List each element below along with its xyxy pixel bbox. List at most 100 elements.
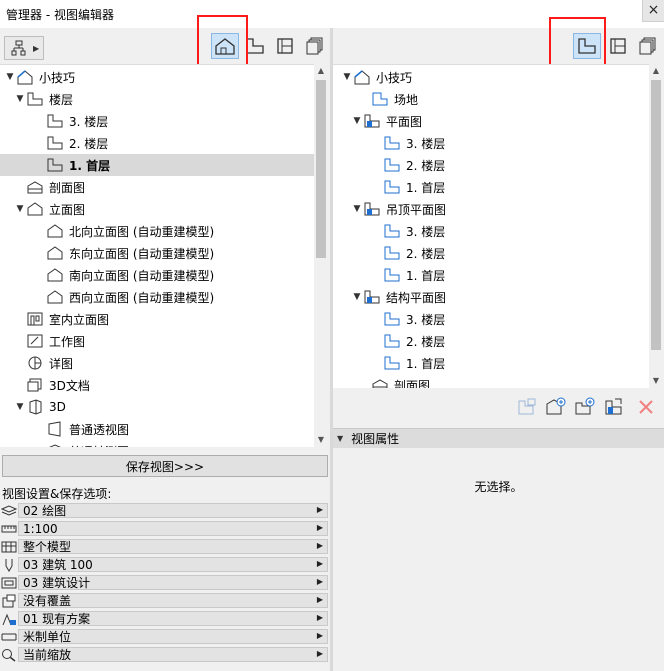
tree-item[interactable]: 2. 楼层 [333,154,649,176]
tree-item[interactable]: 1. 首层 [333,352,649,374]
scroll-thumb[interactable] [651,80,661,350]
tree-item[interactable]: 剖面图 [333,374,649,388]
view-setting-value: 米制单位 [23,630,72,644]
storyblue-icon [383,311,401,327]
view-setting-dropdown[interactable]: 03 建筑设计 ▶ [18,575,328,590]
view-setting-row: 01 现有方案 ▶ [0,610,330,627]
tree-item[interactable]: ▼ 3D [0,396,314,418]
tree-item-label: 1. 首层 [406,268,446,283]
layer-icon [0,503,18,519]
view-setting-dropdown[interactable]: 02 绘图 ▶ [18,503,328,518]
story-icon [26,91,44,107]
expand-chevron-icon[interactable]: ▼ [4,72,16,82]
expand-chevron-icon[interactable]: ▼ [351,116,363,126]
layout-book-button[interactable] [271,33,299,59]
tree-item[interactable]: ▼ 结构平面图 [333,286,649,308]
tree-item[interactable]: 1. 首层 [333,176,649,198]
navigator-menu-button[interactable]: ▶ [4,36,44,60]
model-view-options-icon [0,575,18,591]
collapse-triangle-icon: ▼ [337,434,344,443]
tree-item-label: 平面图 [386,114,423,129]
right-tree-scrollbar[interactable]: ▲ ▼ [649,64,663,388]
doc3d-icon [26,377,44,393]
tree-item[interactable]: ▼ 平面图 [333,110,649,132]
tree-item-label: 南向立面图 (自动重建模型) [69,268,215,283]
scroll-up-arrow[interactable]: ▲ [314,64,328,78]
tree-item[interactable]: 3. 楼层 [333,308,649,330]
tree-item[interactable]: 普通透视图 [0,418,314,440]
tree-item[interactable]: 东向立面图 (自动重建模型) [0,242,314,264]
scroll-thumb[interactable] [316,80,326,258]
tree-item-label: 结构平面图 [386,290,447,305]
tree-item[interactable]: 2. 楼层 [333,330,649,352]
view-setting-dropdown[interactable]: 没有覆盖 ▶ [18,593,328,608]
scroll-up-arrow[interactable]: ▲ [649,64,663,78]
close-button[interactable]: × [642,0,664,22]
tree-item[interactable]: ▼ 小技巧 [333,66,649,88]
new-folder-button[interactable] [572,396,598,420]
expand-chevron-icon[interactable]: ▼ [14,402,26,412]
publisher-sets-button[interactable] [634,33,662,59]
tree-item[interactable]: 普通轴测图 [0,440,314,447]
tree-item[interactable]: 2. 楼层 [0,132,314,154]
expand-chevron-icon[interactable]: ▼ [351,204,363,214]
tree-item[interactable]: 3. 楼层 [333,132,649,154]
zoom-icon [0,647,18,663]
view-properties-header[interactable]: ▼ 视图属性 [333,428,664,448]
persp-icon [46,421,64,437]
view-settings-button[interactable] [601,396,627,420]
view-setting-row: 米制单位 ▶ [0,628,330,645]
left-tree-scrollbar[interactable]: ▲ ▼ [314,64,328,447]
expand-chevron-icon[interactable]: ▼ [14,94,26,104]
layout-book-button[interactable] [604,33,632,59]
tree-item[interactable]: 工作图 [0,330,314,352]
tree-item[interactable]: ▼ 吊顶平面图 [333,198,649,220]
view-map-tree[interactable]: ▼ 小技巧 场地 ▼ 平面图 3. 楼层 2. 楼层 1. 首层 ▼ 吊顶平面图 3. 楼层 2. 楼… [333,64,649,388]
scroll-down-arrow[interactable]: ▼ [314,433,328,447]
project-map-tree[interactable]: ▼ 小技巧 ▼ 楼层 3. 楼层 2. 楼层 1. 首层 剖面图 ▼ 立面图 北向立面图 (自动重建… [0,64,314,447]
tree-item[interactable]: 场地 [333,88,649,110]
view-setting-dropdown[interactable]: 整个模型 ▶ [18,539,328,554]
tree-item[interactable]: ▼ 楼层 [0,88,314,110]
scroll-down-arrow[interactable]: ▼ [649,374,663,388]
project-map-button[interactable] [211,33,239,59]
tree-item-label: 3. 楼层 [406,136,446,151]
view-map-icon [244,37,266,55]
tree-item[interactable]: 3D文档 [0,374,314,396]
tree-item[interactable]: 南向立面图 (自动重建模型) [0,264,314,286]
publisher-sets-button[interactable] [301,33,329,59]
expand-chevron-icon[interactable]: ▼ [14,204,26,214]
storyblue-icon [383,245,401,261]
storyblue-icon [383,179,401,195]
view-setting-dropdown[interactable]: 01 现有方案 ▶ [18,611,328,626]
tree-item[interactable]: ▼ 小技巧 [0,66,314,88]
site-icon [371,91,389,107]
tree-item[interactable]: 西向立面图 (自动重建模型) [0,286,314,308]
tree-item[interactable]: 北向立面图 (自动重建模型) [0,220,314,242]
tree-item[interactable]: 3. 楼层 [0,110,314,132]
new-folder-icon [574,397,596,420]
expand-chevron-icon[interactable]: ▼ [341,72,353,82]
view-setting-dropdown[interactable]: 03 建筑 100 ▶ [18,557,328,572]
view-setting-dropdown[interactable]: 米制单位 ▶ [18,629,328,644]
tree-item-label: 工作图 [49,334,86,349]
save-view-button[interactable]: 保存视图>>> [2,455,328,477]
tree-item-label: 2. 楼层 [406,246,446,261]
view-setting-dropdown[interactable]: 1:100 ▶ [18,521,328,536]
tree-item[interactable]: ▼ 立面图 [0,198,314,220]
view-map-button[interactable] [241,33,269,59]
chevron-right-icon: ▶ [316,523,323,532]
delete-button[interactable] [633,396,659,420]
tree-item[interactable]: 1. 首层 [0,154,314,176]
tree-item[interactable]: 室内立面图 [0,308,314,330]
tree-item[interactable]: 剖面图 [0,176,314,198]
tree-item[interactable]: 详图 [0,352,314,374]
tree-item-label: 室内立面图 [49,312,110,327]
view-setting-dropdown[interactable]: 当前缩放 ▶ [18,647,328,662]
tree-item[interactable]: 3. 楼层 [333,220,649,242]
view-map-button[interactable] [573,33,601,59]
tree-item[interactable]: 1. 首层 [333,264,649,286]
new-view-button[interactable] [543,396,569,420]
tree-item[interactable]: 2. 楼层 [333,242,649,264]
expand-chevron-icon[interactable]: ▼ [351,292,363,302]
